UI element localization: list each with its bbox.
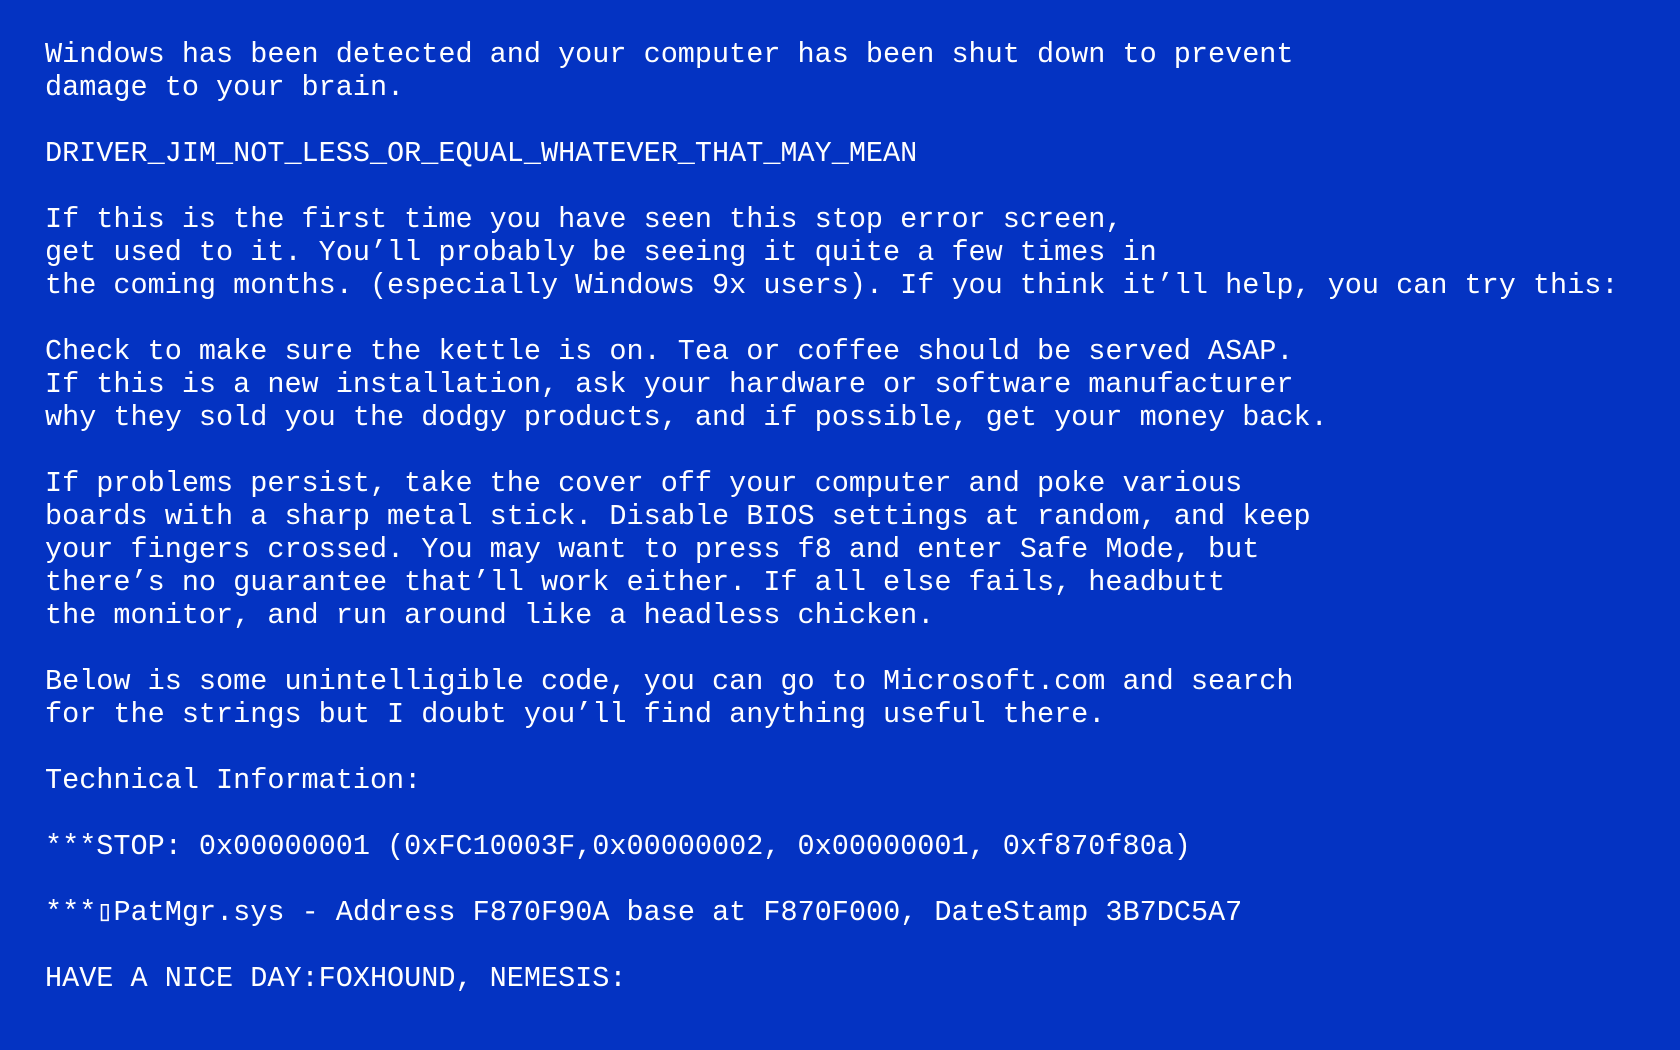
first-time-paragraph: If this is the first time you have seen …	[45, 203, 1680, 302]
problems-line-2: boards with a sharp metal stick. Disable…	[45, 500, 1311, 533]
driver-info-line: ***▯PatMgr.sys - Address F870F90A base a…	[45, 896, 1243, 929]
technical-heading: Technical Information:	[45, 764, 422, 797]
stop-code-line: ***STOP: 0x00000001 (0xFC10003F,0x000000…	[45, 830, 1191, 863]
error-code: DRIVER_JIM_NOT_LESS_OR_EQUAL_WHATEVER_TH…	[45, 137, 918, 170]
problems-line-5: the monitor, and run around like a headl…	[45, 599, 935, 632]
below-line-1: Below is some unintelligible code, you c…	[45, 665, 1294, 698]
checks-line-2: If this is a new installation, ask your …	[45, 368, 1294, 401]
first-time-line-3: the coming months. (especially Windows 9…	[45, 269, 1619, 302]
checks-paragraph: Check to make sure the kettle is on. Tea…	[45, 335, 1680, 434]
signoff-line: HAVE A NICE DAY:FOXHOUND, NEMESIS:	[45, 962, 627, 995]
below-paragraph: Below is some unintelligible code, you c…	[45, 665, 1680, 731]
intro-line-1: Windows has been detected and your compu…	[45, 38, 1294, 71]
bsod-screen: Windows has been detected and your compu…	[0, 0, 1680, 1050]
intro-line-2: damage to your brain.	[45, 71, 405, 104]
intro-message: Windows has been detected and your compu…	[45, 38, 1680, 104]
below-line-2: for the strings but I doubt you’ll find …	[45, 698, 1106, 731]
checks-line-3: why they sold you the dodgy products, an…	[45, 401, 1328, 434]
problems-paragraph: If problems persist, take the cover off …	[45, 467, 1680, 632]
problems-line-3: your fingers crossed. You may want to pr…	[45, 533, 1260, 566]
first-time-line-2: get used to it. You’ll probably be seein…	[45, 236, 1157, 269]
checks-line-1: Check to make sure the kettle is on. Tea…	[45, 335, 1294, 368]
first-time-line-1: If this is the first time you have seen …	[45, 203, 1123, 236]
problems-line-4: there’s no guarantee that’ll work either…	[45, 566, 1226, 599]
problems-line-1: If problems persist, take the cover off …	[45, 467, 1243, 500]
